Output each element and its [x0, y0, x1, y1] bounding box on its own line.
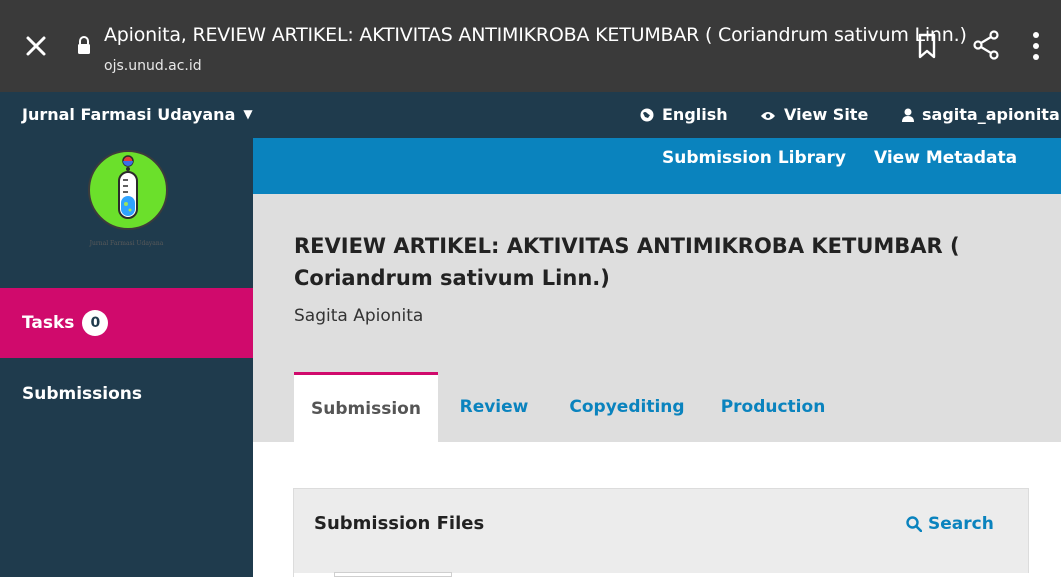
journal-switcher[interactable]: Jurnal Farmasi Udayana ▼: [22, 105, 253, 124]
tab-label: Production: [720, 397, 826, 417]
search-icon: [906, 516, 923, 533]
browser-toolbar: Apionita, REVIEW ARTIKEL: AKTIVITAS ANTI…: [0, 0, 1061, 92]
tab-submission[interactable]: Submission: [294, 372, 438, 442]
journal-name: Jurnal Farmasi Udayana: [22, 105, 236, 124]
tab-review[interactable]: Review: [449, 372, 539, 442]
panel-title: Submission Files: [314, 513, 485, 534]
tab-production[interactable]: Production: [718, 372, 828, 442]
bookmark-icon[interactable]: [917, 33, 937, 59]
sidebar-item-label: Tasks: [22, 313, 75, 333]
tab-label: Review: [459, 397, 529, 417]
more-vert-icon[interactable]: [1032, 30, 1040, 62]
share-icon[interactable]: [972, 30, 1000, 60]
sidebar-item-label: Submissions: [22, 384, 143, 404]
submission-files-panel: Submission Files Search: [293, 488, 1030, 577]
view-site-link[interactable]: View Site: [760, 105, 868, 124]
eye-icon: [761, 112, 775, 120]
page-url: ojs.unud.ac.id: [104, 58, 202, 74]
files-list-control[interactable]: [334, 572, 452, 577]
language-label: English: [662, 105, 728, 124]
view-site-label: View Site: [784, 105, 869, 124]
submission-title: REVIEW ARTIKEL: AKTIVITAS ANTIMIKROBA KE…: [294, 234, 960, 290]
sidebar: Jurnal Farmasi Udayana Tasks 0 Submissio…: [0, 138, 253, 577]
sidebar-item-tasks[interactable]: Tasks 0: [0, 288, 253, 358]
user-icon: [902, 108, 914, 122]
submission-header: REVIEW ARTIKEL: AKTIVITAS ANTIMIKROBA KE…: [253, 194, 1061, 442]
chevron-down-icon: ▼: [243, 107, 253, 121]
tasks-count-badge: 0: [82, 310, 109, 336]
app-header: Jurnal Farmasi Udayana ▼ English View Sit…: [0, 92, 1061, 138]
username: sagita_apionita: [922, 105, 1060, 124]
search-label: Search: [928, 514, 994, 534]
submission-actions-bar: Submission Library View Metadata: [253, 138, 1061, 194]
globe-icon: [640, 108, 654, 122]
tab-copyediting[interactable]: Copyediting: [565, 372, 689, 442]
journal-logo[interactable]: Jurnal Farmasi Udayana: [0, 138, 253, 288]
language-switcher[interactable]: English: [640, 105, 728, 124]
close-icon[interactable]: [22, 32, 50, 60]
logo-icon: [88, 150, 168, 230]
tab-label: Copyediting: [569, 397, 685, 417]
page-title: Apionita, REVIEW ARTIKEL: AKTIVITAS ANTI…: [104, 24, 967, 46]
lock-icon: [77, 36, 91, 54]
logo-caption: Jurnal Farmasi Udayana: [89, 240, 164, 247]
user-menu[interactable]: sagita_apionita: [902, 105, 1060, 124]
search-button[interactable]: Search: [906, 514, 994, 534]
sidebar-item-submissions[interactable]: Submissions: [22, 384, 142, 404]
submission-library-link[interactable]: Submission Library: [662, 148, 846, 168]
view-metadata-link[interactable]: View Metadata: [874, 148, 1017, 168]
tab-label: Submission: [311, 398, 421, 419]
submission-author: Sagita Apionita: [294, 306, 424, 326]
